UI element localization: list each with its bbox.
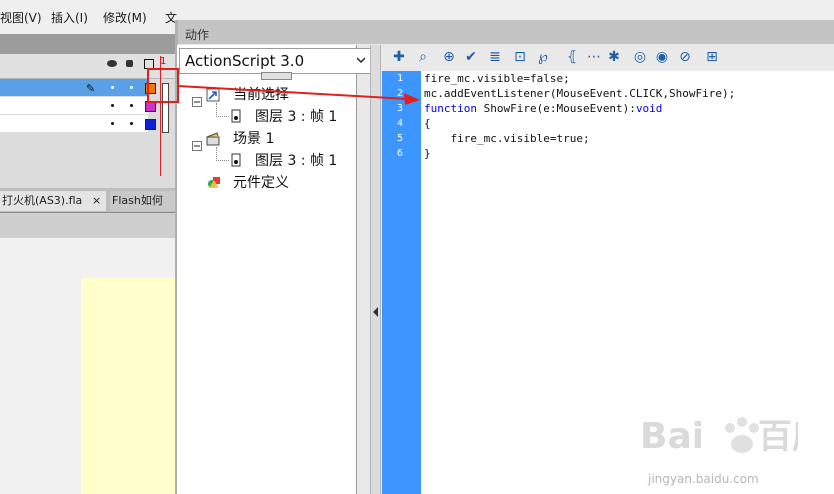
annotation-arrow	[177, 85, 409, 100]
arrowhead	[404, 93, 420, 105]
baidu-watermark-logo: Bai 百度	[640, 416, 798, 457]
annotation-box	[147, 68, 179, 103]
svg-text:Bai: Bai	[640, 416, 704, 457]
svg-text:百度: 百度	[758, 417, 798, 457]
watermark-text: jingyan.baidu.com	[648, 472, 759, 486]
